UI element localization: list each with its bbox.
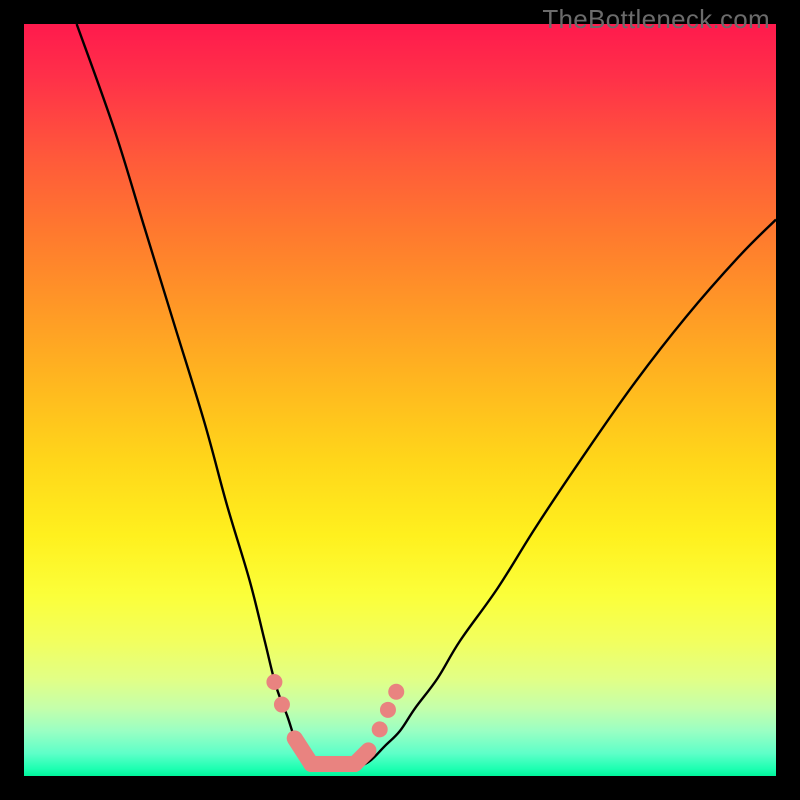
chart-plot-area (24, 24, 776, 776)
data-point-marker (388, 684, 404, 700)
highlight-segment (355, 750, 369, 764)
chart-svg (24, 24, 776, 776)
data-point-marker (274, 697, 290, 713)
watermark-text: TheBottleneck.com (542, 4, 770, 35)
right-curve (355, 220, 776, 769)
valley-highlight (295, 738, 369, 764)
data-point-marker (266, 674, 282, 690)
data-point-marker (372, 721, 388, 737)
left-curve (77, 24, 325, 768)
highlight-segment (295, 738, 312, 764)
data-point-marker (380, 702, 396, 718)
data-markers (266, 674, 404, 737)
